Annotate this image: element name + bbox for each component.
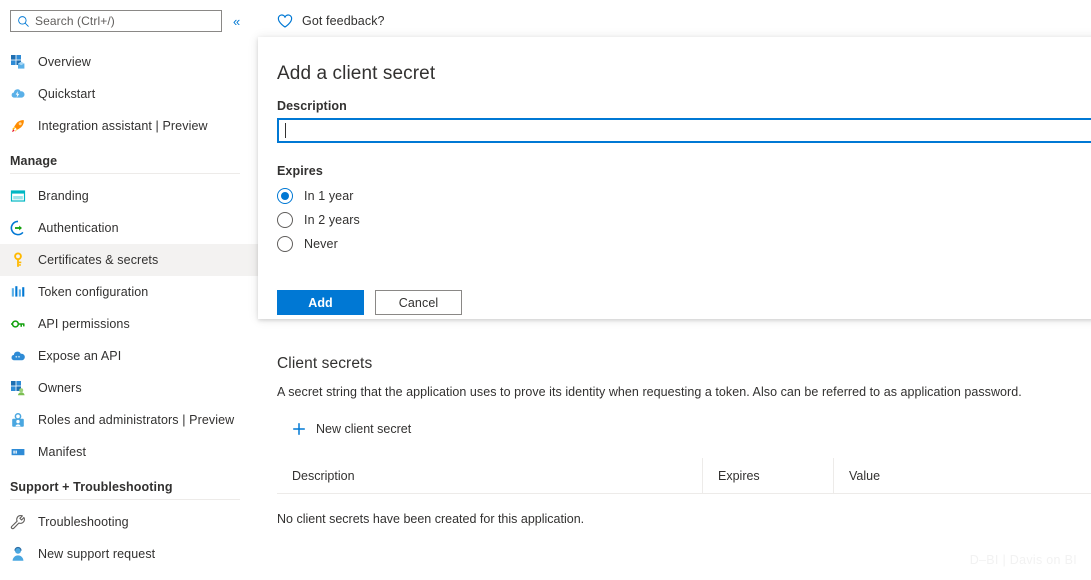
sidebar-item-label: Quickstart <box>38 87 96 101</box>
radio-label: In 2 years <box>304 213 360 227</box>
sidebar-item-label: Owners <box>38 381 82 395</box>
radio-option-in-1-year[interactable]: In 1 year <box>277 184 1091 208</box>
sidebar-item-owners[interactable]: Owners <box>0 372 258 404</box>
sidebar-item-new-support-request[interactable]: New support request <box>0 538 258 570</box>
sidebar-item-label: Manifest <box>38 445 87 459</box>
sidebar-item-label: Integration assistant | Preview <box>38 119 208 133</box>
add-button[interactable]: Add <box>277 290 364 315</box>
sidebar-item-label: Authentication <box>38 221 119 235</box>
sidebar-item-integration-assistant[interactable]: Integration assistant | Preview <box>0 110 258 142</box>
sidebar-item-authentication[interactable]: Authentication <box>0 212 258 244</box>
watermark: D–BI | Davis on BI <box>969 553 1077 567</box>
support-person-icon <box>12 546 24 561</box>
sidebar-item-quickstart[interactable]: Quickstart <box>0 78 258 110</box>
sidebar-item-label: Expose an API <box>38 349 122 363</box>
api-permissions-icon <box>11 320 25 328</box>
expires-radio-group: In 1 year In 2 years Never <box>277 184 1091 256</box>
sidebar-item-label: Troubleshooting <box>38 515 129 529</box>
radio-label: Never <box>304 237 338 251</box>
sidebar-item-label: API permissions <box>38 317 130 331</box>
sidebar-item-overview[interactable]: Overview <box>0 46 258 78</box>
collapse-sidebar-button[interactable]: « <box>230 13 243 30</box>
description-input[interactable] <box>277 118 1091 143</box>
key-icon <box>14 252 22 267</box>
plus-icon <box>293 423 305 435</box>
sidebar-item-troubleshooting[interactable]: Troubleshooting <box>0 506 258 538</box>
client-secrets-table: Description Expires Value No client secr… <box>277 458 1091 526</box>
branding-banner-icon <box>10 190 26 202</box>
authentication-icon <box>10 220 24 236</box>
sidebar-section-title: Manage <box>10 154 58 168</box>
search-input[interactable]: Search (Ctrl+/) <box>10 10 222 32</box>
radio-indicator[interactable] <box>277 212 293 228</box>
column-header-value[interactable]: Value <box>833 458 1091 493</box>
sidebar-search-row: Search (Ctrl+/) « <box>10 10 243 32</box>
sidebar-item-token-configuration[interactable]: Token configuration <box>0 276 258 308</box>
radio-label: In 1 year <box>304 189 354 203</box>
cloud-lightning-icon <box>11 89 25 98</box>
sidebar-item-certificates-and-secrets[interactable]: Certificates & secrets <box>0 244 258 276</box>
expose-api-cloud-icon <box>11 351 25 361</box>
got-feedback-button[interactable]: Got feedback? <box>277 13 385 29</box>
client-secrets-section: Client secrets A secret string that the … <box>277 355 1091 526</box>
sidebar: Search (Ctrl+/) « Overview Quickstart In… <box>0 0 258 580</box>
new-client-secret-button[interactable]: New client secret <box>291 421 411 437</box>
expires-field-label: Expires <box>277 164 323 178</box>
sidebar-section-title: Support + Troubleshooting <box>10 480 173 494</box>
client-secrets-title: Client secrets <box>277 355 373 372</box>
roles-person-icon <box>12 413 24 427</box>
overview-grid-icon <box>11 55 25 69</box>
column-header-description[interactable]: Description <box>277 458 702 493</box>
sidebar-section-divider <box>10 499 240 500</box>
sidebar-item-branding[interactable]: Branding <box>0 180 258 212</box>
sidebar-item-label: Overview <box>38 55 91 69</box>
sidebar-section-manage: Manage <box>0 142 258 174</box>
sidebar-item-label: Branding <box>38 189 89 203</box>
radio-option-in-2-years[interactable]: In 2 years <box>277 208 1091 232</box>
got-feedback-label: Got feedback? <box>302 14 385 28</box>
heart-icon <box>277 14 293 28</box>
panel-button-row: Add Cancel <box>277 290 1091 315</box>
table-empty-message: No client secrets have been created for … <box>277 512 585 526</box>
text-caret <box>285 123 286 138</box>
rocket-icon <box>12 120 24 132</box>
wrench-icon <box>10 515 25 530</box>
sidebar-item-label: Roles and administrators | Preview <box>38 413 235 427</box>
sidebar-item-expose-an-api[interactable]: Expose an API <box>0 340 258 372</box>
sidebar-item-label: Token configuration <box>38 285 149 299</box>
cancel-button[interactable]: Cancel <box>375 290 462 315</box>
token-bars-icon <box>11 286 25 297</box>
new-client-secret-label: New client secret <box>316 422 412 436</box>
owners-icon <box>11 381 25 396</box>
panel-inner: Add a client secret Description Expires … <box>258 37 1091 319</box>
manifest-doc-icon <box>11 449 25 456</box>
sidebar-item-label: New support request <box>38 547 156 561</box>
radio-option-never[interactable]: Never <box>277 232 1091 256</box>
panel-title: Add a client secret <box>277 63 436 84</box>
client-secrets-description: A secret string that the application use… <box>277 385 1022 399</box>
app-root: Search (Ctrl+/) « Overview Quickstart In… <box>0 0 1091 580</box>
sidebar-nav: Overview Quickstart Integration assistan… <box>0 46 258 570</box>
search-placeholder-text: Search (Ctrl+/) <box>35 14 115 28</box>
search-icon <box>18 15 29 27</box>
table-header-row: Description Expires Value <box>277 458 1091 494</box>
sidebar-section-divider <box>10 173 240 174</box>
add-client-secret-panel: Add a client secret Description Expires … <box>258 37 1091 319</box>
sidebar-item-manifest[interactable]: Manifest <box>0 436 258 468</box>
sidebar-item-roles-and-administrators[interactable]: Roles and administrators | Preview <box>0 404 258 436</box>
sidebar-item-api-permissions[interactable]: API permissions <box>0 308 258 340</box>
radio-indicator[interactable] <box>277 188 293 204</box>
column-header-expires[interactable]: Expires <box>702 458 833 493</box>
sidebar-section-support: Support + Troubleshooting <box>0 468 258 500</box>
radio-indicator[interactable] <box>277 236 293 252</box>
sidebar-item-label: Certificates & secrets <box>38 253 159 267</box>
description-field-label: Description <box>277 99 347 113</box>
